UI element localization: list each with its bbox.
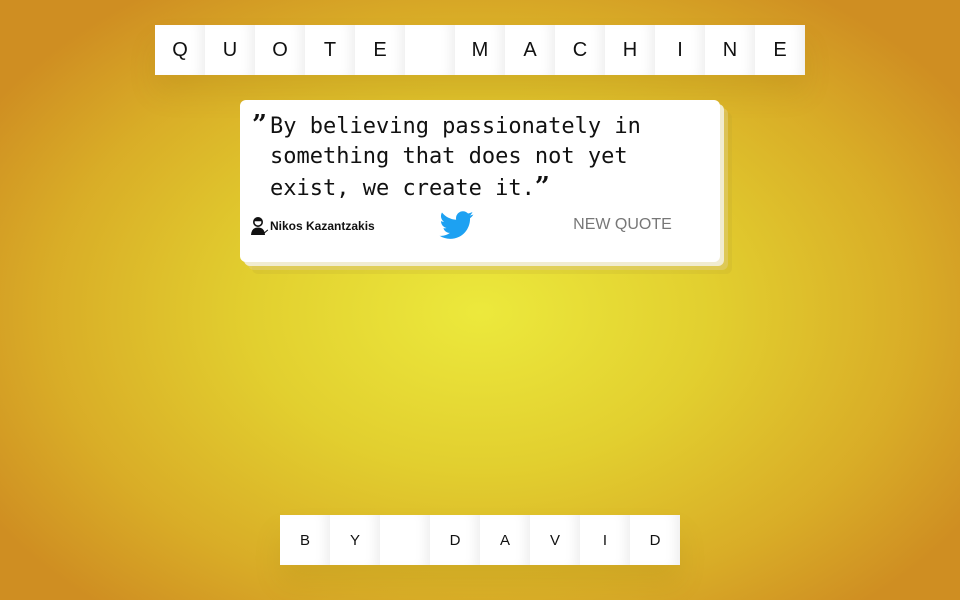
title-letter: Q — [155, 25, 205, 75]
credit-letter: D — [630, 515, 680, 565]
quote-card: ” By believing passionately in something… — [240, 100, 720, 262]
title-letter: C — [555, 25, 605, 75]
tweet-button[interactable] — [439, 208, 475, 242]
credit-bar: B Y D A V I D — [280, 515, 680, 565]
close-quote-mark: ” — [534, 172, 550, 202]
title-letter: N — [705, 25, 755, 75]
author: Nikos Kazantzakis — [250, 216, 375, 236]
twitter-bird-icon — [439, 211, 475, 246]
title-letter: T — [305, 25, 355, 75]
credit-letter: V — [530, 515, 580, 565]
credit-letter: A — [480, 515, 530, 565]
title-bar: Q U O T E M A C H I N E — [155, 25, 805, 75]
credit-letter: D — [430, 515, 480, 565]
quote-card-stack: ” By believing passionately in something… — [240, 100, 732, 274]
title-letter: I — [655, 25, 705, 75]
author-name: Nikos Kazantzakis — [270, 219, 375, 233]
credit-letter: B — [280, 515, 330, 565]
quote-body: By believing passionately in something t… — [270, 112, 692, 204]
quote-body-text: By believing passionately in something t… — [270, 114, 641, 201]
title-letter: E — [755, 25, 805, 75]
credit-letter: Y — [330, 515, 380, 565]
title-letter: M — [455, 25, 505, 75]
title-letter: O — [255, 25, 305, 75]
person-icon — [250, 216, 269, 236]
title-letter: A — [505, 25, 555, 75]
title-letter: E — [355, 25, 405, 75]
title-letter: U — [205, 25, 255, 75]
credit-letter: I — [580, 515, 630, 565]
credit-letter-space — [380, 515, 430, 565]
quote-text: ” By believing passionately in something… — [252, 110, 692, 204]
title-letter-space — [405, 25, 455, 75]
open-quote-mark: ” — [252, 110, 267, 140]
title-letter: H — [605, 25, 655, 75]
new-quote-button[interactable]: NEW QUOTE — [560, 216, 685, 236]
